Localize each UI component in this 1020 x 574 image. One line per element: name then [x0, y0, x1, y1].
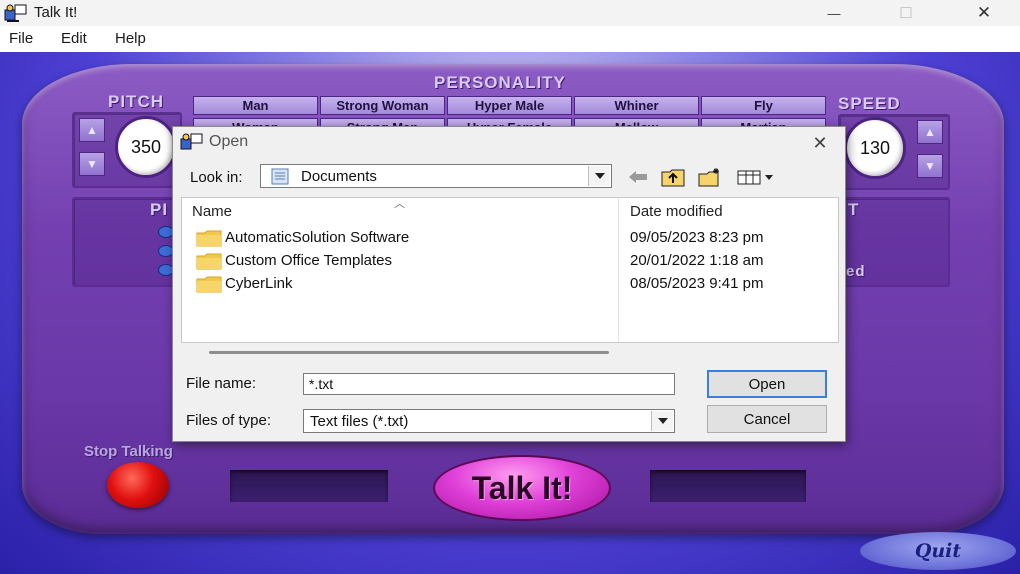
title-bar: Talk It! — ☐ ✕ — [0, 0, 1020, 26]
back-arrow-icon[interactable] — [625, 165, 651, 189]
right-panel-label-fragment: T — [848, 200, 860, 219]
menu-file[interactable]: File — [9, 30, 33, 47]
file-name-input[interactable] — [303, 373, 675, 395]
file-date: 20/01/2022 1:18 am — [630, 252, 764, 269]
list-item[interactable]: AutomaticSolution Software 09/05/2023 8:… — [182, 227, 838, 249]
file-name: CyberLink — [225, 275, 293, 292]
look-in-value: Documents — [301, 168, 377, 185]
column-header-date[interactable]: Date modified — [630, 203, 723, 220]
horizontal-scrollbar[interactable] — [209, 351, 609, 354]
file-name: AutomaticSolution Software — [225, 229, 410, 246]
personality-fly-button[interactable]: Fly — [701, 96, 826, 115]
minimize-button[interactable]: — — [812, 0, 856, 26]
file-name: Custom Office Templates — [225, 252, 393, 269]
sort-chevron-up-icon: ︿ — [394, 198, 405, 210]
list-item[interactable]: CyberLink 08/05/2023 9:41 pm — [182, 273, 838, 295]
open-file-dialog: Open ✕ Look in: Documents Name ︿ Date mo… — [172, 126, 846, 442]
file-list[interactable]: Name ︿ Date modified AutomaticSolution S… — [181, 197, 839, 343]
window-title: Talk It! — [34, 4, 78, 21]
dialog-close-button[interactable]: ✕ — [803, 129, 837, 157]
dialog-app-icon — [180, 133, 203, 150]
minimize-icon: — — [827, 5, 841, 21]
right-vent-slot — [650, 470, 806, 502]
new-folder-icon[interactable] — [697, 165, 723, 189]
speed-value-display: 130 — [844, 117, 906, 179]
file-type-dropdown[interactable]: Text files (*.txt) — [303, 409, 675, 433]
folder-icon — [196, 276, 222, 293]
close-button[interactable]: ✕ — [962, 0, 1006, 26]
chevron-down-icon — [651, 411, 673, 431]
personality-man-button[interactable]: Man — [193, 96, 318, 115]
list-item[interactable]: Custom Office Templates 20/01/2022 1:18 … — [182, 250, 838, 272]
menu-help[interactable]: Help — [115, 30, 146, 47]
maximize-button[interactable]: ☐ — [884, 0, 928, 26]
view-menu-icon[interactable] — [734, 165, 780, 189]
pitch-up-button[interactable]: ▲ — [79, 118, 105, 142]
open-button[interactable]: Open — [707, 370, 827, 398]
arrow-up-icon: ▲ — [86, 123, 98, 137]
talk-it-button[interactable]: Talk It! — [433, 455, 611, 521]
folder-icon — [196, 230, 222, 247]
menu-edit[interactable]: Edit — [61, 30, 87, 47]
chevron-down-icon — [588, 166, 610, 186]
close-icon: ✕ — [812, 132, 828, 153]
look-in-label: Look in: — [190, 169, 243, 186]
dialog-title: Open — [209, 133, 249, 150]
cancel-button[interactable]: Cancel — [707, 405, 827, 433]
look-in-dropdown[interactable]: Documents — [260, 164, 612, 188]
close-icon: ✕ — [976, 3, 992, 22]
stop-talking-label: Stop Talking — [84, 443, 173, 460]
personality-hyper-male-button[interactable]: Hyper Male — [447, 96, 572, 115]
file-date: 09/05/2023 8:23 pm — [630, 229, 764, 246]
file-name-field[interactable] — [304, 374, 674, 394]
maximize-icon: ☐ — [899, 5, 913, 22]
speed-down-button[interactable]: ▼ — [917, 154, 943, 178]
arrow-down-icon: ▼ — [86, 157, 98, 171]
documents-icon — [271, 168, 289, 185]
file-type-label: Files of type: — [186, 412, 272, 429]
column-header-name[interactable]: Name — [192, 203, 232, 220]
app-icon — [4, 4, 27, 22]
right-panel-text-fragment: ed — [846, 263, 866, 280]
speed-label: SPEED — [838, 94, 901, 113]
arrow-up-icon: ▲ — [924, 125, 936, 139]
folder-icon — [196, 253, 222, 270]
pitch-down-button[interactable]: ▼ — [79, 152, 105, 176]
speed-up-button[interactable]: ▲ — [917, 120, 943, 144]
file-date: 08/05/2023 9:41 pm — [630, 275, 764, 292]
personality-label: PERSONALITY — [434, 73, 566, 92]
quit-button[interactable]: Quit — [860, 532, 1016, 570]
up-folder-icon[interactable] — [660, 165, 686, 189]
left-vent-slot — [230, 470, 388, 502]
personality-strong-woman-button[interactable]: Strong Woman — [320, 96, 445, 115]
arrow-down-icon: ▼ — [924, 159, 936, 173]
personality-whiner-button[interactable]: Whiner — [574, 96, 699, 115]
menu-bar: File Edit Help — [0, 26, 1020, 50]
left-panel-label-fragment: PI — [150, 200, 169, 219]
file-type-value: Text files (*.txt) — [310, 413, 409, 430]
pitch-value-display: 350 — [115, 116, 177, 178]
file-name-label: File name: — [186, 375, 257, 392]
stop-talking-button[interactable] — [107, 462, 169, 508]
pitch-label: PITCH — [108, 92, 164, 111]
